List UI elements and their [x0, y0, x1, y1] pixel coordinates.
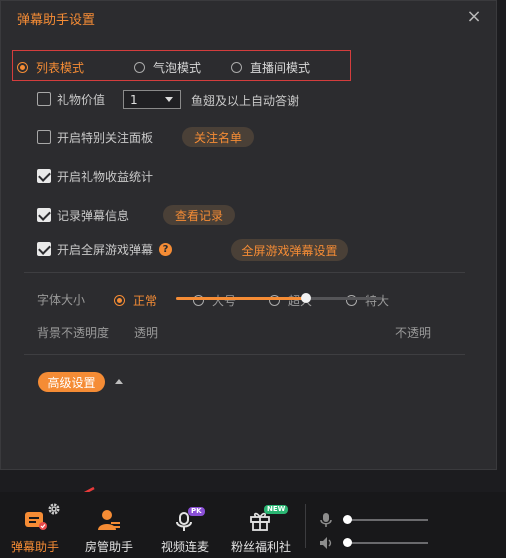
font-option-normal[interactable]: 正常: [114, 292, 157, 309]
microphone-icon: PK: [172, 507, 205, 532]
special-follow-checkbox[interactable]: [37, 130, 51, 144]
gift-value-checkbox[interactable]: [37, 92, 51, 106]
room-manager-icon: [96, 508, 122, 532]
font-label-xxlarge: 特大: [365, 294, 390, 308]
toolbar-label-room-manager: 房管助手: [84, 540, 133, 554]
radio-font-normal[interactable]: [114, 295, 125, 306]
slider-fill: [176, 297, 306, 300]
toolbar-label-fan-benefits: 粉丝福利社: [230, 540, 291, 554]
gift-income-label: 开启礼物收益统计: [57, 169, 154, 184]
gift-income-checkbox[interactable]: [37, 169, 51, 183]
gift-value-suffix: 鱼翅及以上自动答谢: [191, 94, 300, 108]
mic-icon[interactable]: [318, 512, 334, 528]
mode-option-bubble[interactable]: 气泡模式: [134, 59, 201, 76]
record-danmaku-checkbox[interactable]: [37, 208, 51, 222]
radio-list-mode[interactable]: [17, 62, 28, 73]
bg-opacity-label: 背景不透明度: [37, 326, 110, 340]
chevron-down-icon: [165, 97, 173, 102]
mic-volume-slider[interactable]: [343, 515, 428, 524]
slider-handle[interactable]: [300, 293, 311, 303]
danmaku-assistant-icon: [22, 508, 48, 532]
font-option-xxlarge[interactable]: 特大: [346, 292, 389, 309]
special-follow-label: 开启特别关注面板: [57, 130, 154, 145]
radio-bubble-mode[interactable]: [134, 62, 145, 73]
bottom-toolbar: 弹幕助手 房管助手 PK 视频连麦 NEW 粉丝福利社: [0, 492, 506, 558]
record-danmaku-label: 记录弹幕信息: [57, 208, 130, 223]
radio-room-mode[interactable]: [231, 62, 242, 73]
divider-bottom: [24, 354, 465, 355]
toolbar-fan-benefits[interactable]: NEW 粉丝福利社: [226, 492, 296, 558]
divider-top: [24, 272, 465, 273]
record-danmaku-row: 记录弹幕信息: [37, 205, 129, 225]
speaker-volume-row: [318, 535, 428, 551]
dialog-title: 弹幕助手设置: [17, 12, 96, 28]
view-records-button[interactable]: 查看记录: [163, 205, 235, 225]
mode-label-bubble: 气泡模式: [153, 61, 202, 75]
font-option-large[interactable]: 大号: [193, 292, 236, 309]
dialog-titlebar: 弹幕助手设置 ×: [1, 1, 496, 35]
toolbar-label-danmaku: 弹幕助手: [10, 540, 59, 554]
fullscreen-game-settings-button[interactable]: 全屏游戏弹幕设置: [231, 239, 348, 261]
danmaku-settings-dialog: 弹幕助手设置 × 列表模式 气泡模式 直播间模式 礼物价值 1 鱼翅及以上自动答…: [0, 0, 497, 470]
mode-label-room: 直播间模式: [250, 61, 311, 75]
advanced-settings-button[interactable]: 高级设置: [38, 372, 105, 392]
fullscreen-game-checkbox[interactable]: [37, 242, 51, 256]
pk-badge: PK: [188, 507, 205, 516]
gift-income-row: 开启礼物收益统计: [37, 166, 153, 186]
mic-volume-row: [318, 512, 428, 528]
gear-icon[interactable]: [47, 502, 61, 516]
help-icon[interactable]: ?: [159, 242, 173, 256]
toolbar-video-link[interactable]: PK 视频连麦: [150, 492, 220, 558]
speaker-volume-handle[interactable]: [343, 538, 352, 547]
mic-volume-handle[interactable]: [343, 515, 352, 524]
gift-value-selected: 1: [130, 92, 138, 107]
speaker-volume-slider[interactable]: [343, 538, 428, 547]
bg-opacity-min-label: 透明: [134, 326, 159, 340]
follow-list-button[interactable]: 关注名单: [182, 127, 254, 147]
mode-option-room[interactable]: 直播间模式: [231, 59, 310, 76]
special-follow-row: 开启特别关注面板: [37, 127, 153, 147]
close-icon[interactable]: ×: [464, 7, 484, 27]
font-label-large: 大号: [212, 294, 237, 308]
new-badge: NEW: [264, 505, 289, 514]
gift-value-select[interactable]: 1: [123, 90, 181, 109]
fullscreen-game-label: 开启全屏游戏弹幕: [57, 242, 154, 257]
chevron-up-icon[interactable]: [115, 379, 123, 384]
bg-opacity-slider[interactable]: [176, 293, 382, 303]
gift-value-row: 礼物价值: [37, 89, 105, 109]
toolbar-label-video-link: 视频连麦: [160, 540, 209, 554]
mode-option-list[interactable]: 列表模式: [17, 59, 84, 76]
toolbar-divider: [305, 504, 306, 548]
fullscreen-game-row: 开启全屏游戏弹幕 ?: [37, 239, 173, 259]
gift-value-label: 礼物价值: [57, 92, 106, 107]
display-mode-group: 列表模式 气泡模式 直播间模式: [12, 50, 351, 81]
gift-icon: NEW: [248, 505, 289, 532]
font-size-label: 字体大小: [37, 293, 86, 307]
toolbar-room-manager[interactable]: 房管助手: [74, 492, 144, 558]
mode-label-list: 列表模式: [36, 61, 85, 75]
bg-opacity-max-label: 不透明: [395, 326, 432, 340]
speaker-icon[interactable]: [318, 535, 334, 551]
font-label-normal: 正常: [133, 294, 158, 308]
